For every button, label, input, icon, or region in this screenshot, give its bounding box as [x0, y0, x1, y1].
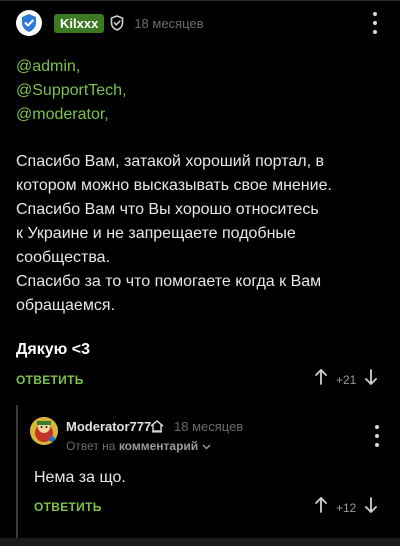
rating-count: +21 [336, 372, 357, 387]
comment-time: 18 месяцев [134, 15, 204, 31]
arrow-up-icon[interactable] [314, 496, 328, 519]
comment-thanks: Дякую <3 [16, 341, 90, 358]
reply-username[interactable]: Moderator777 [66, 419, 151, 434]
bottom-divider [0, 538, 400, 546]
reply-button[interactable]: ОТВЕТИТЬ [34, 500, 102, 514]
arrow-down-icon[interactable] [364, 496, 378, 519]
shield-icon [110, 15, 124, 31]
comment-body: Спасибо Вам, затакой хороший портал, в к… [16, 150, 376, 318]
thread-line [16, 405, 18, 540]
reply-header: Moderator777 18 месяцев Ответ на коммент… [30, 415, 384, 455]
mention-link[interactable]: @admin, [16, 55, 127, 79]
user-avatar[interactable] [16, 10, 42, 36]
username-badge[interactable]: Kilxxx [54, 13, 105, 33]
vote-controls: +21 [314, 368, 378, 391]
arrow-down-icon[interactable] [364, 368, 378, 391]
more-options-icon[interactable] [372, 425, 382, 447]
comment-line: сообщества. [16, 249, 111, 266]
mentions-block: @admin, @SupportTech, @moderator, [16, 55, 127, 127]
reply-avatar[interactable] [30, 417, 58, 445]
rating-count: +12 [336, 500, 357, 515]
comment-line: Спасибо Вам, затакой хороший портал, в [16, 153, 324, 170]
home-icon [149, 419, 165, 438]
vote-controls: +12 [314, 496, 378, 519]
verified-shield-icon [22, 14, 36, 32]
arrow-up-icon[interactable] [314, 368, 328, 391]
comment-line: обращаемся. [16, 297, 115, 314]
comment-line: к Украине и не запрещаете подобные [16, 225, 296, 242]
mention-link[interactable]: @SupportTech, [16, 79, 127, 103]
chevron-down-icon[interactable] [202, 444, 211, 450]
top-divider [0, 0, 400, 1]
reply-time: 18 месяцев [174, 419, 244, 434]
comment-header: Kilxxx 18 месяцев [16, 8, 384, 38]
reply-button[interactable]: ОТВЕТИТЬ [16, 373, 84, 387]
more-options-icon[interactable] [370, 12, 380, 34]
mention-link[interactable]: @moderator, [16, 103, 127, 127]
reply-subline: Ответ на комментарий [66, 439, 211, 453]
comment-line: котором можно высказывать свое мнение. [16, 177, 332, 194]
comment-line: Спасибо за то что помогаете когда к Вам [16, 273, 322, 290]
reply-sub-prefix: Ответ на [66, 439, 116, 453]
comment-line: Спасибо Вам что Вы хорошо относитесь [16, 201, 319, 218]
cartoon-avatar-icon [30, 417, 58, 445]
reply-parent-link[interactable]: комментарий [119, 439, 198, 453]
reply-text: Нема за що. [34, 469, 126, 486]
